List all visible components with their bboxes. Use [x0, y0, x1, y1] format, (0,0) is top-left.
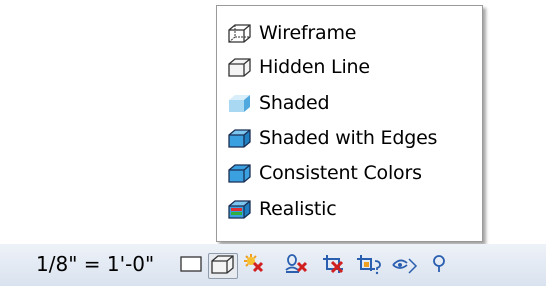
menu-item-label: Wireframe — [259, 22, 357, 44]
wireframe-cube-icon — [227, 21, 259, 45]
menu-item-shaded-with-edges[interactable]: Shaded with Edges — [227, 121, 437, 155]
consistent-colors-cube-icon — [227, 161, 259, 185]
reveal-hidden-elements-icon — [429, 253, 449, 279]
visual-style-menu: Wireframe Hidden Line Shaded Shaded with… — [216, 5, 483, 242]
temporary-hide-isolate-icon — [390, 253, 420, 279]
shadows-off-icon — [283, 253, 311, 279]
shaded-edges-cube-icon — [227, 126, 259, 150]
menu-item-label: Realistic — [259, 198, 337, 220]
detail-level-button[interactable] — [178, 253, 204, 279]
sun-path-button[interactable] — [240, 253, 268, 279]
menu-item-realistic[interactable]: Realistic — [227, 192, 337, 226]
detail-level-icon — [179, 254, 203, 278]
menu-item-consistent-colors[interactable]: Consistent Colors — [227, 156, 422, 190]
sun-path-off-icon — [241, 253, 267, 279]
crop-view-icon — [321, 253, 349, 279]
visual-style-icon — [210, 253, 236, 279]
view-control-bar: 1/8" = 1'-0" — [0, 244, 546, 286]
menu-item-label: Shaded with Edges — [259, 127, 438, 149]
show-crop-region-button[interactable] — [354, 253, 384, 279]
temporary-hide-isolate-button[interactable] — [390, 253, 420, 279]
menu-item-label: Hidden Line — [259, 56, 370, 78]
menu-item-label: Shaded — [259, 92, 330, 114]
menu-item-hidden-line[interactable]: Hidden Line — [227, 50, 370, 84]
shaded-cube-icon — [227, 91, 259, 115]
view-scale-button[interactable]: 1/8" = 1'-0" — [36, 252, 154, 276]
hidden-line-cube-icon — [227, 55, 259, 79]
crop-view-button[interactable] — [320, 253, 350, 279]
menu-item-label: Consistent Colors — [259, 162, 422, 184]
show-crop-region-icon — [355, 253, 383, 279]
menu-item-wireframe[interactable]: Wireframe — [227, 16, 356, 50]
visual-style-button[interactable] — [208, 253, 238, 279]
menu-item-shaded[interactable]: Shaded — [227, 86, 330, 120]
reveal-hidden-elements-button[interactable] — [426, 253, 452, 279]
realistic-cube-icon — [227, 197, 259, 221]
shadows-button[interactable] — [282, 253, 312, 279]
